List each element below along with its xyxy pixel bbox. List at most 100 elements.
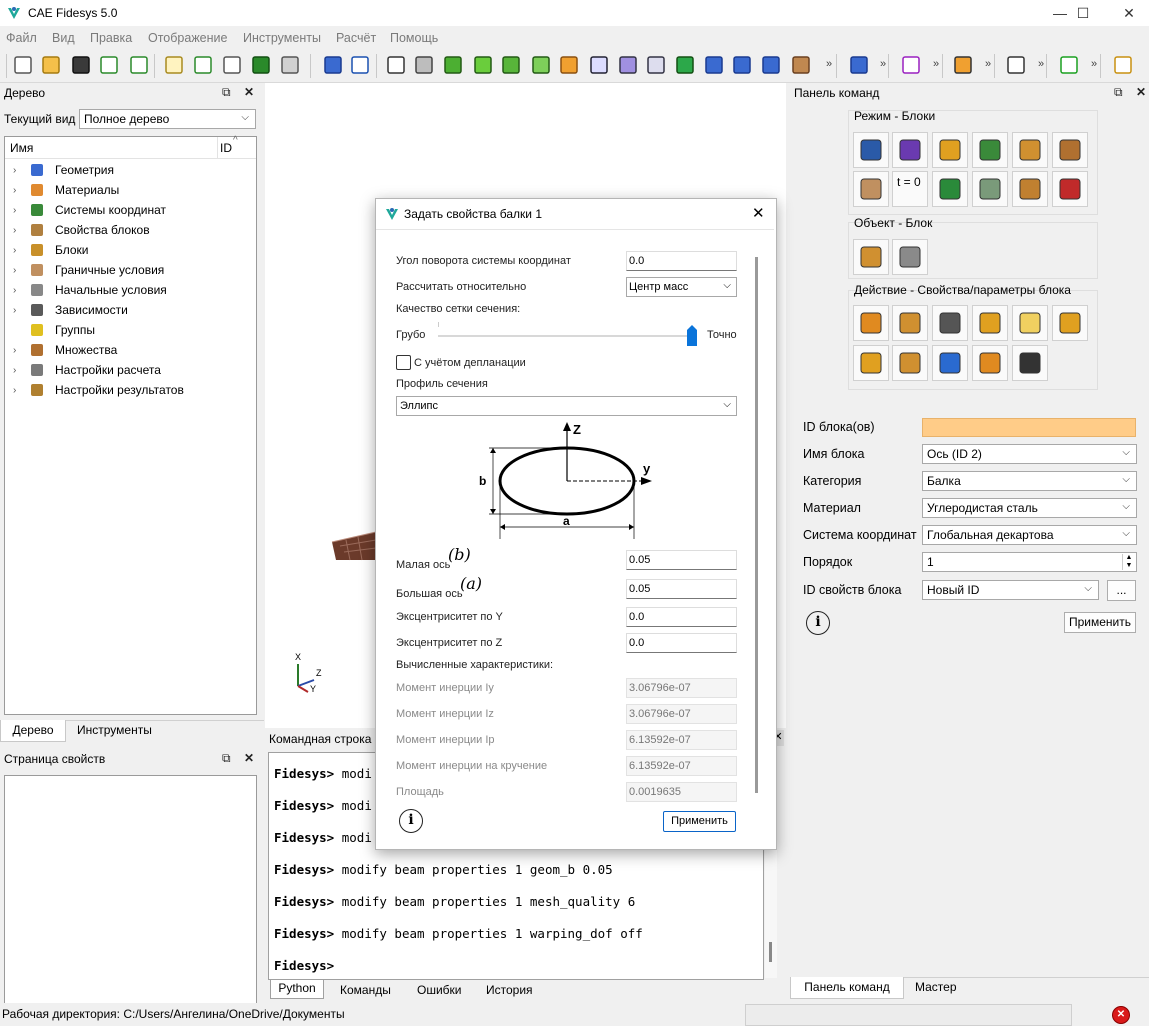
maximize-button[interactable]: ☐ — [1060, 0, 1106, 26]
expand-arrow-icon[interactable]: › — [13, 345, 23, 356]
refresh-icon[interactable] — [674, 54, 696, 76]
info-icon[interactable]: i — [399, 809, 423, 833]
close-dialog-button[interactable]: ✕ — [752, 204, 765, 222]
green-cube-icon[interactable] — [442, 54, 464, 76]
tree-item[interactable]: › Множества — [13, 340, 117, 360]
import-icon[interactable] — [128, 54, 150, 76]
prop-id-select[interactable]: Новый ID ⌵ — [922, 580, 1099, 600]
renumber-icon[interactable] — [1012, 305, 1048, 341]
close-panel-icon[interactable]: ✕ — [1136, 85, 1146, 99]
delete-block-icon[interactable] — [972, 345, 1008, 381]
column-name[interactable]: Имя — [10, 141, 33, 155]
geometry-mode-icon[interactable] — [853, 132, 889, 168]
toolbar-overflow-icon[interactable]: » — [933, 58, 939, 70]
cluster-icon[interactable] — [848, 54, 870, 76]
tree-item[interactable]: Группы — [13, 320, 95, 340]
block-object-icon[interactable] — [853, 239, 889, 275]
t0-mode-icon[interactable]: t = 0 — [892, 171, 928, 207]
tab-wizard[interactable]: Мастер — [915, 980, 957, 994]
expand-arrow-icon[interactable]: › — [13, 245, 23, 256]
major-axis-input[interactable]: 0.05 — [626, 579, 737, 599]
expand-arrow-icon[interactable]: › — [13, 205, 23, 216]
expand-arrow-icon[interactable]: › — [13, 385, 23, 396]
tree-item[interactable]: › Начальные условия — [13, 280, 167, 300]
wireframe-cube-icon[interactable] — [385, 54, 407, 76]
expand-arrow-icon[interactable]: › — [13, 185, 23, 196]
error-indicator-icon[interactable]: ✕ — [1112, 1006, 1130, 1024]
tree-item[interactable]: › Свойства блоков — [13, 220, 150, 240]
block-ids-input[interactable] — [922, 418, 1136, 437]
select-icon[interactable] — [322, 54, 344, 76]
run-script-icon[interactable] — [192, 54, 214, 76]
menu-calculation[interactable]: Расчёт — [336, 31, 376, 45]
results-mode-icon[interactable] — [1012, 171, 1048, 207]
green-cube2-icon[interactable] — [472, 54, 494, 76]
script-icon[interactable] — [163, 54, 185, 76]
category-select[interactable]: Балка ⌵ — [922, 471, 1137, 491]
browse-button[interactable]: ... — [1107, 580, 1136, 601]
hammer-icon[interactable] — [279, 54, 301, 76]
close-panel-icon[interactable]: ✕ — [244, 85, 254, 99]
expand-arrow-icon[interactable]: › — [13, 225, 23, 236]
tree-item[interactable]: › Граничные условия — [13, 260, 164, 280]
minor-axis-input[interactable]: 0.05 — [626, 550, 737, 570]
pyramid-icon[interactable] — [500, 54, 522, 76]
dependency-mode-icon[interactable] — [932, 171, 968, 207]
block-nodes-icon[interactable] — [892, 305, 928, 341]
expand-arrow-icon[interactable]: › — [13, 365, 23, 376]
close-window-button[interactable]: ✕ — [1106, 0, 1149, 26]
dialog-scrollbar[interactable] — [755, 257, 758, 793]
menu-help[interactable]: Помощь — [390, 31, 438, 45]
undock-icon[interactable]: ⧉ — [222, 751, 231, 766]
tab-tree[interactable]: Дерево — [0, 720, 66, 742]
close-panel-icon[interactable]: ✕ — [244, 751, 254, 765]
cylinder-icon[interactable] — [892, 345, 928, 381]
zoom-out-icon[interactable] — [731, 54, 753, 76]
block-ranks-icon[interactable] — [932, 345, 968, 381]
undock-icon[interactable]: ⧉ — [1114, 85, 1123, 100]
new-block-icon[interactable] — [853, 305, 889, 341]
column-id[interactable]: ID — [220, 141, 232, 155]
tree-item[interactable]: › Системы координат — [13, 200, 166, 220]
toolbar-overflow-icon[interactable]: » — [826, 58, 832, 70]
info-icon[interactable]: i — [806, 611, 830, 635]
block-mode-icon[interactable] — [1012, 132, 1048, 168]
tab-commands[interactable]: Команды — [340, 983, 391, 997]
stepper-arrows-icon[interactable]: ▲ ▼ — [1122, 554, 1135, 570]
tree-item[interactable]: › Настройки расчета — [13, 360, 161, 380]
toolbar-overflow-icon[interactable]: » — [1091, 58, 1097, 70]
box-icon[interactable] — [617, 54, 639, 76]
measure-icon[interactable] — [1005, 54, 1027, 76]
menu-display[interactable]: Отображение — [148, 31, 227, 45]
crosshair-icon[interactable] — [900, 54, 922, 76]
order-spinbox[interactable]: 1 ▲ ▼ — [922, 552, 1137, 572]
calc-object-icon[interactable] — [892, 239, 928, 275]
search-mode-icon[interactable] — [1052, 171, 1088, 207]
journal-id-icon[interactable] — [221, 54, 243, 76]
toolbar-overflow-icon[interactable]: » — [880, 58, 886, 70]
profile-select[interactable]: Эллипс ⌵ — [396, 396, 737, 416]
block-name-select[interactable]: Ось (ID 2) ⌵ — [922, 444, 1137, 464]
block-paint-icon[interactable] — [972, 305, 1008, 341]
ground-icon[interactable] — [952, 54, 974, 76]
tree-item[interactable]: › Настройки результатов — [13, 380, 184, 400]
window-icon[interactable] — [645, 54, 667, 76]
undock-icon[interactable]: ⧉ — [222, 85, 231, 100]
toolbar-overflow-icon[interactable]: » — [1038, 58, 1044, 70]
dialog-apply-button[interactable]: Применить — [663, 811, 736, 832]
mesh-quality-slider-thumb[interactable] — [687, 325, 697, 346]
mesh-mode-icon[interactable] — [892, 132, 928, 168]
undo-icon[interactable] — [349, 54, 371, 76]
split-block-icon[interactable] — [853, 345, 889, 381]
view-select[interactable]: Полное дерево ⌵ — [79, 109, 256, 129]
tree-item[interactable]: › Геометрия — [13, 160, 114, 180]
tree-item[interactable]: › Материалы — [13, 180, 119, 200]
open-folder-icon[interactable] — [40, 54, 62, 76]
relative-select[interactable]: Центр масс ⌵ — [626, 277, 737, 297]
rotation-input[interactable]: 0.0 — [626, 251, 737, 271]
play-icon[interactable] — [1058, 54, 1080, 76]
block-icon[interactable] — [790, 54, 812, 76]
ecc-z-input[interactable]: 0.0 — [626, 633, 737, 653]
expand-arrow-icon[interactable]: › — [13, 305, 23, 316]
coord-mode-icon[interactable] — [972, 132, 1008, 168]
